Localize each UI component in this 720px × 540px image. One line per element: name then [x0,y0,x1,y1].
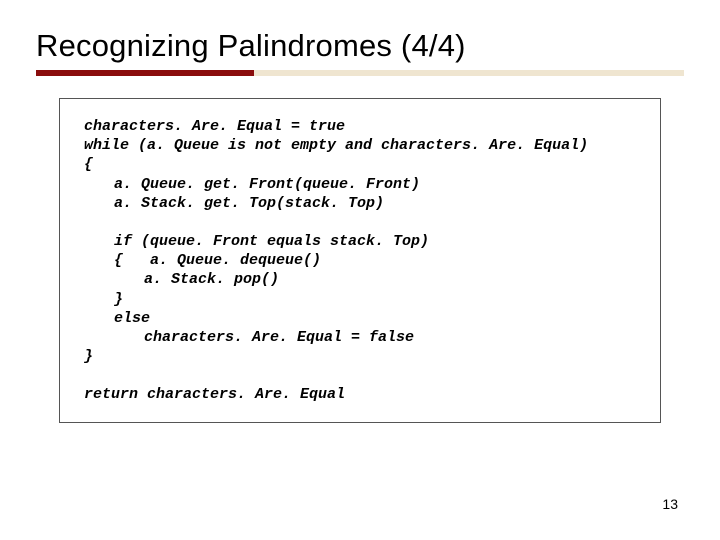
code-line: { a. Queue. dequeue() [84,251,640,270]
code-line: } [84,290,640,309]
code-line: { [84,155,640,174]
code-line: a. Stack. get. Top(stack. Top) [84,194,640,213]
code-line: characters. Are. Equal = false [84,328,640,347]
page-number: 13 [662,496,678,512]
code-box: characters. Are. Equal = true while (a. … [59,98,661,423]
blank-line [84,213,640,232]
blank-line [84,366,640,385]
code-line: return characters. Are. Equal [84,385,640,404]
code-line: } [84,347,640,366]
code-line: else [84,309,640,328]
code-line: while (a. Queue is not empty and charact… [84,136,640,155]
title-underline [36,70,684,76]
underline-accent [36,70,254,76]
slide: Recognizing Palindromes (4/4) characters… [0,0,720,540]
code-line: if (queue. Front equals stack. Top) [84,232,640,251]
code-line: a. Queue. get. Front(queue. Front) [84,175,640,194]
code-line: characters. Are. Equal = true [84,117,640,136]
slide-title: Recognizing Palindromes (4/4) [36,28,684,64]
code-line: a. Stack. pop() [84,270,640,289]
underline-light [254,70,684,76]
